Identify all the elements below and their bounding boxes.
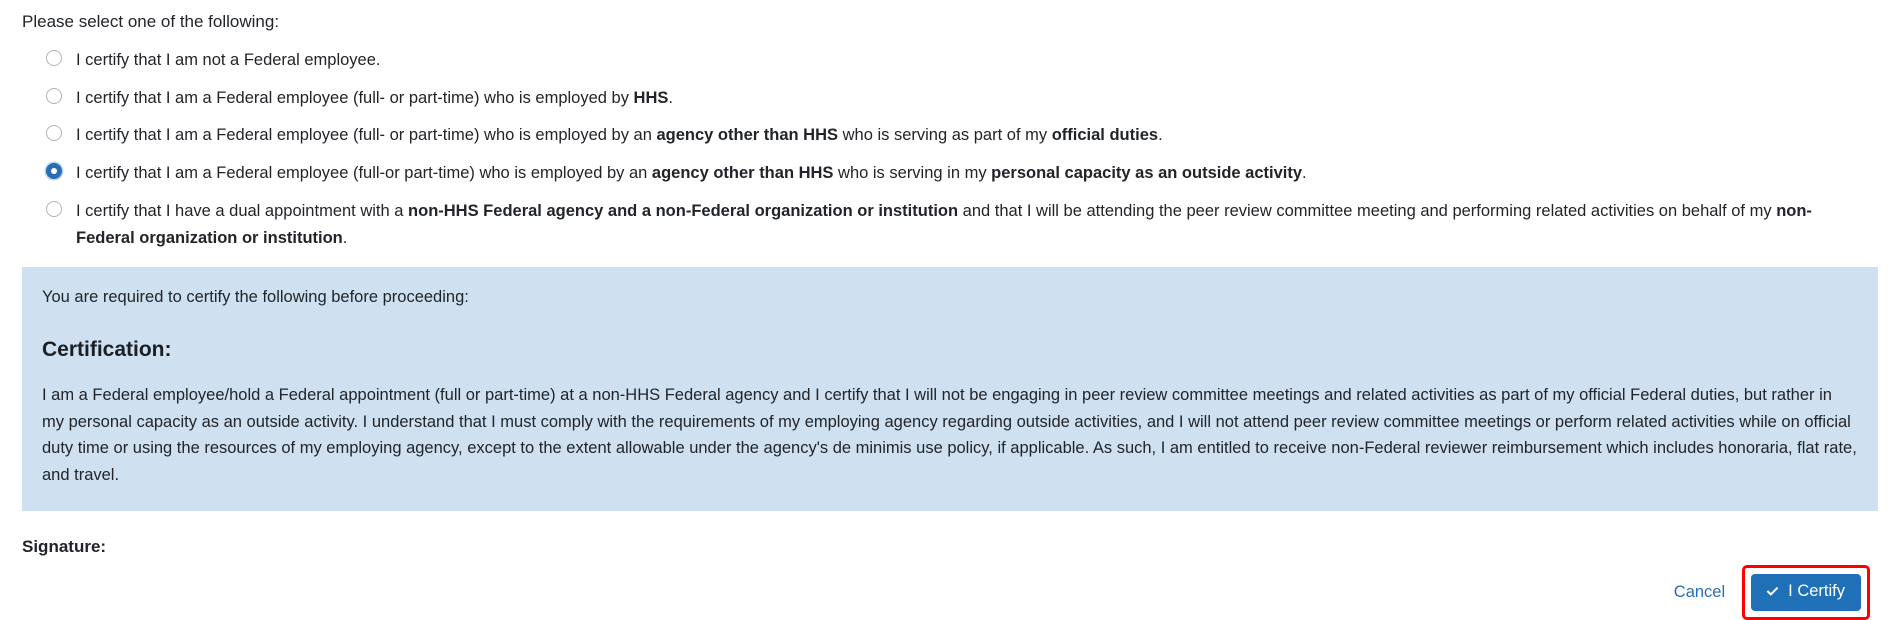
check-icon xyxy=(1765,584,1780,599)
callout-heading: Certification: xyxy=(42,337,172,361)
certify-button[interactable]: I Certify xyxy=(1751,573,1861,611)
option-label-not-federal-employee: I certify that I am not a Federal employ… xyxy=(76,50,381,69)
option-label-other-agency-official-duties: I certify that I am a Federal employee (… xyxy=(76,126,1163,145)
radio-other-agency-official-duties[interactable] xyxy=(46,125,62,142)
callout-body-text: I am a Federal employee/hold a Federal a… xyxy=(42,386,1857,485)
page-prompt: Please select one of the following: xyxy=(22,12,280,31)
signature-label: Signature: xyxy=(22,536,107,556)
option-row-hhs-employee[interactable]: I certify that I am a Federal employee (… xyxy=(46,85,1900,113)
radio-other-agency-personal-capacity[interactable] xyxy=(46,162,62,179)
option-label-other-agency-personal-capacity: I certify that I am a Federal employee (… xyxy=(76,163,1307,182)
certification-callout: You are required to certify the followin… xyxy=(22,267,1878,511)
option-row-other-agency-personal-capacity[interactable]: I certify that I am a Federal employee (… xyxy=(46,160,1900,188)
radio-dual-appointment[interactable] xyxy=(46,200,62,217)
action-bar: Cancel I Certify xyxy=(0,557,1900,620)
option-row-dual-appointment[interactable]: I certify that I have a dual appointment… xyxy=(46,198,1900,253)
callout-lead-text: You are required to certify the followin… xyxy=(42,288,469,307)
option-row-other-agency-official-duties[interactable]: I certify that I am a Federal employee (… xyxy=(46,122,1900,150)
radio-hhs-employee[interactable] xyxy=(46,87,62,104)
certify-button-highlight: I Certify xyxy=(1742,564,1870,620)
option-row-not-federal-employee[interactable]: I certify that I am not a Federal employ… xyxy=(46,47,1900,75)
option-label-dual-appointment: I certify that I have a dual appointment… xyxy=(76,201,1812,248)
certification-page: Please select one of the following: I ce… xyxy=(0,0,1900,620)
certify-button-label: I Certify xyxy=(1788,581,1845,600)
certification-options-group: I certify that I am not a Federal employ… xyxy=(0,47,1900,253)
option-label-hhs-employee: I certify that I am a Federal employee (… xyxy=(76,88,673,107)
radio-not-federal-employee[interactable] xyxy=(46,49,62,66)
cancel-button[interactable]: Cancel xyxy=(1674,583,1725,602)
